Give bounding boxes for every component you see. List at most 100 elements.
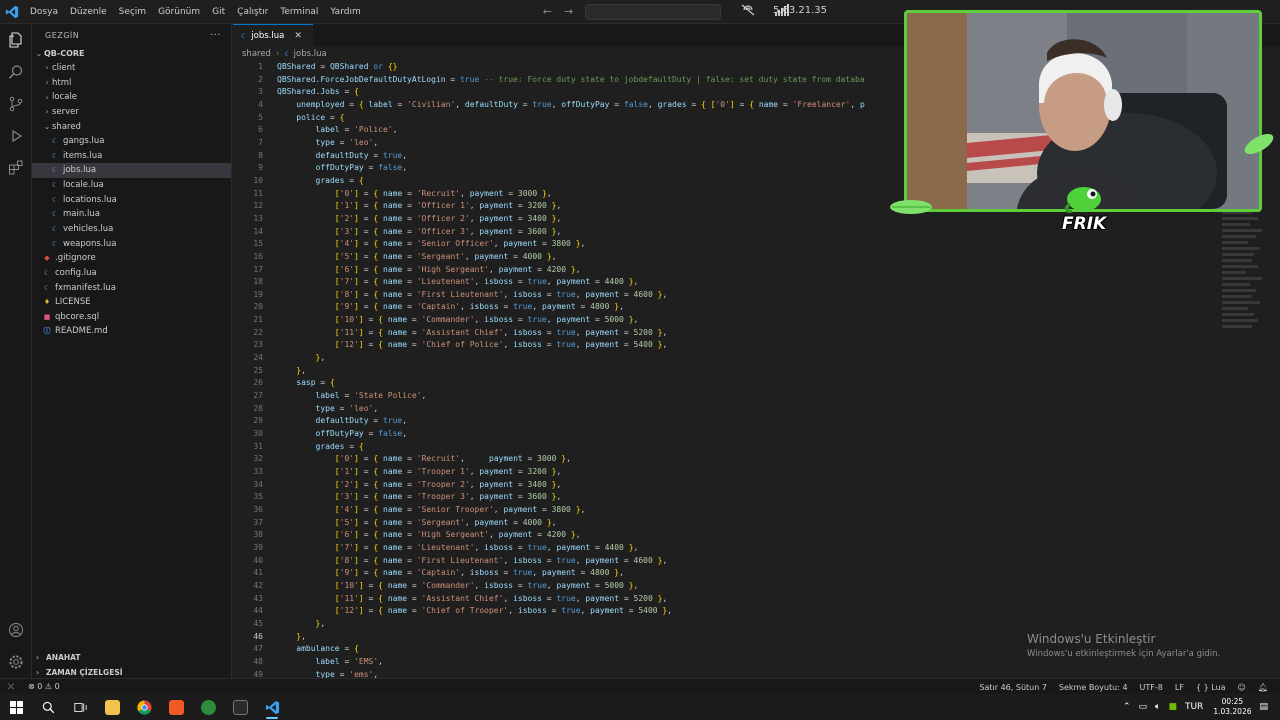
code-line[interactable]: }, bbox=[277, 352, 1277, 365]
tree-file[interactable]: ◆ .gitignore bbox=[32, 251, 231, 266]
back-arrow-icon[interactable]: ← bbox=[537, 5, 558, 18]
breadcrumb-folder[interactable]: shared bbox=[242, 49, 271, 59]
code-line[interactable]: label = 'State Police', bbox=[277, 390, 1277, 403]
tree-file[interactable]: ☾ vehicles.lua bbox=[32, 222, 231, 237]
clock[interactable]: 00:25 1.03.2026 bbox=[1213, 697, 1251, 717]
remote-indicator-icon[interactable]: ⤫ bbox=[0, 682, 22, 692]
code-line[interactable]: ['9'] = { name = 'Captain', isboss = tru… bbox=[277, 567, 1277, 580]
more-actions-icon[interactable]: ··· bbox=[210, 30, 221, 41]
code-line[interactable]: ['7'] = { name = 'Lieutenant', isboss = … bbox=[277, 542, 1277, 555]
tree-file[interactable]: ☾ items.lua bbox=[32, 148, 231, 163]
file-explorer-icon[interactable] bbox=[96, 694, 128, 720]
end-of-line[interactable]: LF bbox=[1169, 683, 1190, 692]
vscode-taskbar-icon[interactable] bbox=[256, 694, 288, 720]
code-line[interactable]: offDutyPay = false, bbox=[277, 428, 1277, 441]
code-line[interactable]: ['11'] = { name = 'Assistant Chief', isb… bbox=[277, 593, 1277, 606]
code-line[interactable]: ['3'] = { name = 'Trooper 3', payment = … bbox=[277, 491, 1277, 504]
tree-file[interactable]: ■ qbcore.sql bbox=[32, 310, 231, 325]
terminal-icon[interactable] bbox=[224, 694, 256, 720]
menu-item[interactable]: Seçim bbox=[113, 0, 152, 24]
source-control-icon[interactable] bbox=[0, 92, 32, 116]
tab-jobs-lua[interactable]: ☾ jobs.lua ✕ bbox=[233, 24, 313, 46]
code-line[interactable]: ['5'] = { name = 'Sergeant', payment = 4… bbox=[277, 517, 1277, 530]
menu-item[interactable]: Görünüm bbox=[152, 0, 206, 24]
code-line[interactable]: ['9'] = { name = 'Captain', isboss = tru… bbox=[277, 301, 1277, 314]
extensions-icon[interactable] bbox=[0, 156, 32, 180]
tree-folder[interactable]: › html bbox=[32, 75, 231, 90]
code-line[interactable]: ['5'] = { name = 'Sergeant', payment = 4… bbox=[277, 251, 1277, 264]
tree-file[interactable]: ☾ gangs.lua bbox=[32, 134, 231, 149]
code-line[interactable]: ['1'] = { name = 'Trooper 1', payment = … bbox=[277, 466, 1277, 479]
code-line[interactable]: type = 'leo', bbox=[277, 403, 1277, 416]
cursor-position[interactable]: Satır 46, Sütun 7 bbox=[973, 683, 1053, 692]
code-line[interactable]: ['0'] = { name = 'Recruit', payment = 30… bbox=[277, 453, 1277, 466]
code-line[interactable]: ['6'] = { name = 'High Sergeant', paymen… bbox=[277, 529, 1277, 542]
language-indicator[interactable]: TUR bbox=[1181, 702, 1207, 712]
task-view-icon[interactable] bbox=[64, 694, 96, 720]
code-line[interactable]: }, bbox=[277, 618, 1277, 631]
tree-folder[interactable]: › locale bbox=[32, 90, 231, 105]
tree-folder[interactable]: ⌄ shared bbox=[32, 119, 231, 134]
menu-item[interactable]: Yardım bbox=[324, 0, 366, 24]
code-line[interactable]: ['7'] = { name = 'Lieutenant', isboss = … bbox=[277, 276, 1277, 289]
copilot-icon[interactable]: ☺ bbox=[1232, 683, 1252, 692]
settings-gear-icon[interactable] bbox=[0, 650, 32, 674]
code-line[interactable]: ['8'] = { name = 'First Lieutenant', isb… bbox=[277, 289, 1277, 302]
code-line[interactable]: type = 'ems', bbox=[277, 669, 1277, 679]
code-line[interactable]: ['12'] = { name = 'Chief of Trooper', is… bbox=[277, 605, 1277, 618]
volume-icon[interactable]: 🔈︎ bbox=[1151, 702, 1164, 712]
account-icon[interactable] bbox=[0, 618, 32, 642]
command-center-search[interactable] bbox=[585, 3, 722, 20]
encoding[interactable]: UTF-8 bbox=[1134, 683, 1169, 692]
windows-start-icon[interactable] bbox=[0, 694, 32, 720]
run-debug-icon[interactable] bbox=[0, 124, 32, 148]
problems-count[interactable]: ⊗ 0 ⚠ 0 bbox=[22, 682, 66, 691]
notifications-icon[interactable]: ▤ bbox=[1255, 702, 1272, 712]
forward-arrow-icon[interactable]: → bbox=[558, 5, 579, 18]
tree-folder[interactable]: › server bbox=[32, 105, 231, 120]
menu-item[interactable]: Düzenle bbox=[64, 0, 113, 24]
outline-section[interactable]: › ANAHAT bbox=[32, 650, 232, 664]
network-icon[interactable]: ▭ bbox=[1135, 702, 1152, 712]
code-line[interactable]: ['4'] = { name = 'Senior Trooper', payme… bbox=[277, 504, 1277, 517]
code-line[interactable]: grades = { bbox=[277, 441, 1277, 454]
tree-file[interactable]: ☾ jobs.lua bbox=[32, 163, 231, 178]
notifications-bell-icon[interactable]: 🔔︎ bbox=[1252, 683, 1274, 692]
code-line[interactable]: ['8'] = { name = 'First Lieutenant', isb… bbox=[277, 555, 1277, 568]
brave-icon[interactable] bbox=[160, 694, 192, 720]
code-line[interactable]: sasp = { bbox=[277, 377, 1277, 390]
tree-file[interactable]: ☾ config.lua bbox=[32, 266, 231, 281]
language-mode[interactable]: { } Lua bbox=[1190, 683, 1232, 692]
minimap[interactable] bbox=[1222, 211, 1266, 391]
nvidia-icon[interactable]: ■ bbox=[1164, 702, 1181, 712]
tree-file[interactable]: ⓘ README.md bbox=[32, 324, 231, 339]
tree-file[interactable]: ☾ main.lua bbox=[32, 207, 231, 222]
code-line[interactable]: ['4'] = { name = 'Senior Officer', payme… bbox=[277, 238, 1277, 251]
code-line[interactable]: ['12'] = { name = 'Chief of Police', isb… bbox=[277, 339, 1277, 352]
breadcrumb-file[interactable]: jobs.lua bbox=[294, 49, 327, 59]
code-line[interactable]: ['10'] = { name = 'Commander', isboss = … bbox=[277, 580, 1277, 593]
timeline-section[interactable]: › ZAMAN ÇİZELGESİ bbox=[32, 665, 232, 679]
menu-item[interactable]: Terminal bbox=[274, 0, 324, 24]
tree-folder[interactable]: › client bbox=[32, 61, 231, 76]
code-line[interactable]: ['6'] = { name = 'High Sergeant', paymen… bbox=[277, 264, 1277, 277]
menu-item[interactable]: Git bbox=[206, 0, 231, 24]
code-line[interactable]: defaultDuty = true, bbox=[277, 415, 1277, 428]
tree-file[interactable]: ☾ locale.lua bbox=[32, 178, 231, 193]
tree-file[interactable]: ☾ weapons.lua bbox=[32, 236, 231, 251]
menu-item[interactable]: Dosya bbox=[24, 0, 64, 24]
menu-item[interactable]: Çalıştır bbox=[231, 0, 274, 24]
tree-file[interactable]: ☾ locations.lua bbox=[32, 192, 231, 207]
chrome-icon[interactable] bbox=[128, 694, 160, 720]
heidisql-icon[interactable] bbox=[192, 694, 224, 720]
tree-file[interactable]: ☾ fxmanifest.lua bbox=[32, 280, 231, 295]
taskbar-search-icon[interactable] bbox=[32, 694, 64, 720]
code-line[interactable]: ['3'] = { name = 'Officer 3', payment = … bbox=[277, 226, 1277, 239]
code-line[interactable]: ['2'] = { name = 'Officer 2', payment = … bbox=[277, 213, 1277, 226]
explorer-icon[interactable] bbox=[0, 28, 32, 52]
indentation[interactable]: Sekme Boyutu: 4 bbox=[1053, 683, 1134, 692]
search-icon[interactable] bbox=[0, 60, 32, 84]
code-line[interactable]: ['2'] = { name = 'Trooper 2', payment = … bbox=[277, 479, 1277, 492]
chevron-up-icon[interactable]: ⌃ bbox=[1119, 702, 1135, 712]
tree-file[interactable]: ♦ LICENSE bbox=[32, 295, 231, 310]
